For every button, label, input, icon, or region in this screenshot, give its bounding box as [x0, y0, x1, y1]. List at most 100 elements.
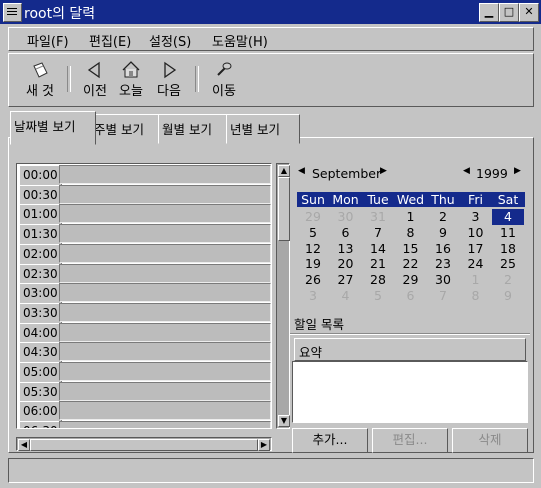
calendar-day[interactable]: 27: [330, 272, 362, 288]
time-slot-cell[interactable]: [59, 302, 271, 322]
time-slot-cell[interactable]: [59, 362, 271, 381]
calendar-day[interactable]: 26: [297, 272, 329, 288]
title-bar[interactable]: root의 달력 ▁ □ ✕: [0, 0, 541, 24]
time-slot-row[interactable]: 04:30: [17, 342, 271, 364]
tab-day-view[interactable]: 날짜별 보기: [10, 111, 96, 145]
close-button[interactable]: ✕: [519, 3, 539, 22]
new-button[interactable]: 새 것: [23, 60, 57, 99]
time-slot-cell[interactable]: [59, 401, 271, 421]
time-slot-cell[interactable]: [59, 184, 271, 204]
time-slot-row[interactable]: 06:00: [17, 401, 271, 423]
prev-month-arrow-icon[interactable]: ◀: [298, 166, 305, 176]
tab-year-view[interactable]: 년별 보기: [226, 114, 300, 144]
calendar-day[interactable]: 14: [362, 241, 394, 257]
calendar-day[interactable]: 5: [297, 225, 329, 241]
calendar-day-selected[interactable]: 4: [492, 209, 524, 225]
calendar-day[interactable]: 1: [460, 272, 492, 288]
menu-file[interactable]: 파일(F): [27, 31, 69, 50]
calendar-day[interactable]: 30: [330, 209, 362, 225]
calendar-day[interactable]: 1: [395, 209, 427, 225]
scroll-thumb[interactable]: [278, 177, 290, 241]
calendar-day[interactable]: 16: [427, 241, 459, 257]
time-slot-cell[interactable]: [59, 243, 271, 263]
horizontal-scrollbar[interactable]: ◀ ▶: [16, 437, 272, 451]
calendar-day[interactable]: 3: [297, 288, 329, 304]
time-slot-cell[interactable]: [59, 381, 271, 401]
calendar-day[interactable]: 30: [427, 272, 459, 288]
calendar-day[interactable]: 5: [362, 288, 394, 304]
scroll-left-arrow-icon[interactable]: ◀: [18, 439, 30, 451]
calendar-day[interactable]: 21: [362, 256, 394, 272]
menu-settings[interactable]: 설정(S): [149, 31, 191, 50]
calendar-day[interactable]: 31: [362, 209, 394, 225]
calendar-day[interactable]: 24: [460, 256, 492, 272]
calendar-day[interactable]: 28: [362, 272, 394, 288]
calendar-day[interactable]: 12: [297, 241, 329, 257]
day-schedule-list[interactable]: 00:00 00:30 01:00 01:30 02:00 02:30 03:00 03:30…: [16, 163, 272, 429]
time-slot-cell[interactable]: [59, 224, 271, 244]
time-slot-row[interactable]: 02:30: [17, 263, 271, 285]
calendar-day[interactable]: 29: [297, 209, 329, 225]
calendar-day[interactable]: 11: [492, 225, 524, 241]
time-slot-row[interactable]: 05:00: [17, 362, 271, 383]
time-slot-cell[interactable]: [59, 165, 271, 184]
time-slot-row[interactable]: 03:00: [17, 283, 271, 305]
edit-button[interactable]: 편집...: [372, 428, 448, 453]
calendar-day[interactable]: 18: [492, 241, 524, 257]
next-month-arrow-icon[interactable]: ▶: [380, 166, 387, 176]
delete-button[interactable]: 삭제: [452, 428, 528, 453]
todo-column-summary[interactable]: 요약: [294, 338, 526, 361]
time-slot-cell[interactable]: [59, 204, 271, 224]
time-slot-row[interactable]: 06:30: [17, 421, 271, 428]
hscroll-thumb[interactable]: [30, 439, 258, 451]
time-slot-row[interactable]: 03:30: [17, 302, 271, 324]
time-slot-row[interactable]: 00:00: [17, 165, 271, 186]
scroll-up-arrow-icon[interactable]: ▲: [278, 165, 290, 177]
next-button[interactable]: 다음: [153, 60, 185, 99]
calendar-day[interactable]: 8: [460, 288, 492, 304]
goto-button[interactable]: 이동: [207, 60, 241, 99]
calendar-day[interactable]: 8: [395, 225, 427, 241]
calendar-day[interactable]: 25: [492, 256, 524, 272]
calendar-day[interactable]: 29: [395, 272, 427, 288]
scroll-down-arrow-icon[interactable]: ▼: [278, 415, 290, 427]
time-slot-row[interactable]: 01:00: [17, 204, 271, 226]
calendar-day[interactable]: 13: [330, 241, 362, 257]
today-button[interactable]: 오늘: [115, 60, 147, 99]
calendar-day[interactable]: 6: [395, 288, 427, 304]
time-slot-cell[interactable]: [59, 263, 271, 283]
menu-edit[interactable]: 편집(E): [89, 31, 131, 50]
calendar-day[interactable]: 9: [492, 288, 524, 304]
calendar-day[interactable]: 10: [460, 225, 492, 241]
calendar-day[interactable]: 17: [460, 241, 492, 257]
calendar-day[interactable]: 20: [330, 256, 362, 272]
window-menu-icon[interactable]: [3, 3, 22, 22]
calendar-day[interactable]: 2: [492, 272, 524, 288]
time-slot-cell[interactable]: [59, 421, 271, 428]
time-slot-row[interactable]: 05:30: [17, 381, 271, 403]
calendar-day[interactable]: 22: [395, 256, 427, 272]
next-year-arrow-icon[interactable]: ▶: [514, 166, 521, 176]
time-slot-row[interactable]: 02:00: [17, 243, 271, 265]
time-slot-cell[interactable]: [59, 283, 271, 303]
add-button[interactable]: 추가...: [292, 428, 368, 453]
calendar-day[interactable]: 9: [427, 225, 459, 241]
calendar-day[interactable]: 23: [427, 256, 459, 272]
time-slot-cell[interactable]: [59, 342, 271, 362]
menu-help[interactable]: 도움말(H): [212, 31, 268, 50]
calendar-day[interactable]: 6: [330, 225, 362, 241]
calendar-day[interactable]: 3: [460, 209, 492, 225]
todo-list[interactable]: [292, 361, 528, 423]
time-slot-row[interactable]: 00:30: [17, 184, 271, 206]
maximize-button[interactable]: □: [499, 3, 519, 22]
calendar-day[interactable]: 4: [330, 288, 362, 304]
vertical-scrollbar[interactable]: ▲ ▼: [276, 163, 290, 429]
prev-button[interactable]: 이전: [79, 60, 111, 99]
time-slot-row[interactable]: 04:00: [17, 322, 271, 344]
prev-year-arrow-icon[interactable]: ◀: [463, 166, 470, 176]
calendar-day[interactable]: 15: [395, 241, 427, 257]
calendar-day[interactable]: 19: [297, 256, 329, 272]
calendar-day[interactable]: 7: [362, 225, 394, 241]
tab-week-view[interactable]: 주별 보기: [90, 114, 164, 144]
time-slot-cell[interactable]: [59, 322, 271, 342]
